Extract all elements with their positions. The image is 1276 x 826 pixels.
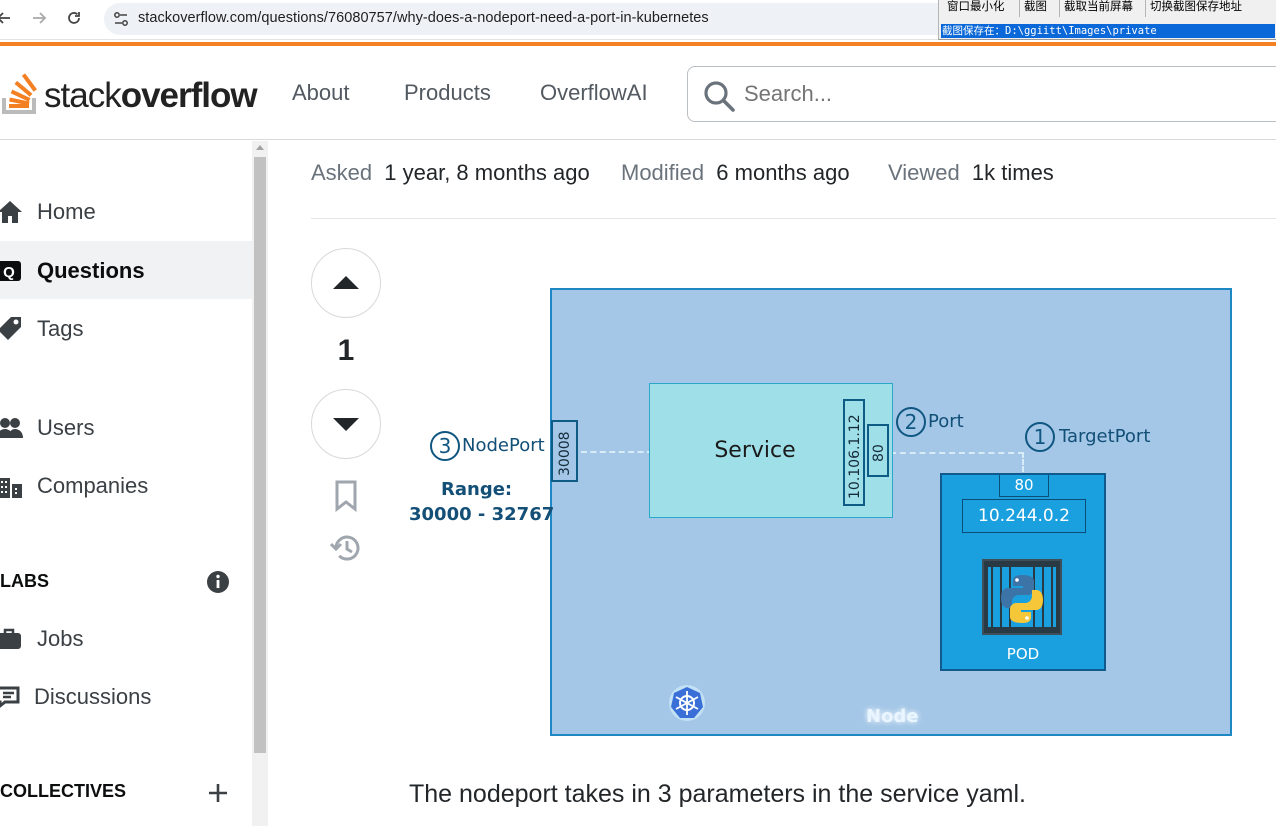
nav-about[interactable]: About [292, 80, 350, 106]
nav-overflowai[interactable]: OverflowAI [540, 80, 648, 106]
downvote-button[interactable] [311, 389, 381, 459]
search-box[interactable] [687, 66, 1276, 122]
sidebar-item-jobs[interactable]: Jobs [0, 609, 252, 667]
questions-icon: Q [0, 261, 21, 281]
caret-up-icon [333, 276, 359, 289]
nodeport-value: 30008 [557, 431, 573, 476]
question-body-text: The nodeport takes in 3 parameters in th… [409, 780, 1026, 808]
container-icon [982, 559, 1062, 635]
site-header: stackoverflow About Products OverflowAI [0, 46, 1276, 140]
sidebar-item-questions[interactable]: Q Questions [0, 241, 252, 299]
port-badge: 2 [896, 407, 926, 437]
sidebar-item-label: Discussions [34, 684, 152, 709]
service-ip: 10.106.1.12 [847, 414, 863, 499]
svg-text:Q: Q [3, 264, 15, 281]
sidebar-item-tags[interactable]: Tags [0, 299, 252, 357]
question-meta: Modified 6 months ago [621, 160, 850, 186]
vote-count: 1 [337, 334, 355, 367]
service-port: 80 [871, 444, 887, 462]
connector-line [581, 451, 653, 453]
service-box: Service 10.106.1.12 80 [649, 383, 893, 518]
change-save-path-button[interactable]: 切换截图保存地址 [1145, 0, 1242, 17]
meta-divider [311, 218, 1276, 219]
sidebar-item-label: Users [37, 415, 95, 440]
capture-screen-button[interactable]: 截取当前屏幕 [1059, 0, 1133, 17]
nodeport-badge: 3 [430, 431, 460, 461]
sidebar-item-label: Questions [37, 258, 145, 283]
info-icon[interactable] [206, 570, 230, 594]
asked-value: 1 year, 8 months ago [384, 160, 590, 185]
node-label: Node [866, 706, 919, 727]
python-logo-icon [988, 567, 1056, 627]
address-bar[interactable]: stackoverflow.com/questions/76080757/why… [104, 3, 984, 35]
back-icon[interactable] [0, 6, 16, 30]
scroll-up-icon[interactable] [256, 145, 264, 150]
sidebar-item-label: Companies [37, 473, 149, 498]
tag-icon [0, 317, 21, 340]
plus-icon[interactable] [206, 781, 230, 805]
capture-button[interactable]: 截图 [1019, 0, 1047, 17]
search-icon [704, 81, 735, 112]
briefcase-icon [0, 628, 21, 649]
site-settings-icon[interactable] [112, 10, 130, 28]
viewed-label: Viewed [888, 160, 960, 185]
kubernetes-icon [669, 685, 705, 721]
nodeport-tag: 30008 [551, 420, 578, 482]
service-port-tag: 80 [867, 424, 889, 477]
history-icon[interactable] [330, 532, 362, 564]
nodeport-label: NodePort [462, 435, 545, 456]
modified-value: 6 months ago [716, 160, 850, 185]
nodeport-diagram: Service 10.106.1.12 80 30008 3 NodePort … [405, 285, 1235, 740]
sidebar-item-label: Jobs [37, 626, 84, 651]
stack-logo-icon [2, 73, 37, 114]
service-ip-tag: 10.106.1.12 [843, 399, 865, 506]
scrollbar-thumb[interactable] [254, 157, 266, 753]
discussions-icon [0, 686, 20, 708]
minimize-window-button[interactable]: 窗口最小化 [947, 0, 1005, 17]
reload-icon[interactable] [62, 6, 86, 30]
modified-label: Modified [621, 160, 705, 185]
range-value: 30000 - 32767 [409, 504, 555, 525]
sidebar-item-label: Home [37, 199, 96, 224]
targetport-badge: 1 [1025, 422, 1055, 452]
save-path-text: 截图保存在：D:\ggiitt\Images\private [941, 24, 1275, 38]
range-label: Range: [441, 479, 513, 500]
sidebar-item-label: Tags [37, 316, 84, 341]
pod-port: 80 [999, 475, 1049, 497]
bookmark-icon[interactable] [333, 480, 359, 512]
connector-line [1022, 452, 1024, 472]
capture-tool-panel: 窗口最小化 截图 截取当前屏幕 切换截图保存地址 截图保存在：D:\ggiitt… [938, 0, 1276, 40]
labs-heading: LABS [0, 571, 49, 591]
home-icon [0, 201, 22, 223]
users-icon [0, 418, 23, 438]
targetport-label: TargetPort [1059, 426, 1151, 447]
logo-wordmark: stackoverflow [44, 76, 258, 115]
pod-box: 80 10.244.0.2 POD [940, 473, 1106, 671]
upvote-button[interactable] [311, 248, 381, 318]
sidebar-item-discussions[interactable]: Discussions [0, 667, 252, 725]
port-label: Port [928, 411, 964, 432]
viewed-value: 1k times [971, 160, 1054, 185]
collectives-heading: COLLECTIVES [0, 781, 127, 801]
sidebar-item-companies[interactable]: Companies [0, 456, 252, 514]
sidebar-scrollbar[interactable] [252, 141, 268, 826]
forward-icon[interactable] [27, 6, 51, 30]
search-input[interactable] [744, 81, 1244, 107]
sidebar-item-home[interactable]: Home [0, 182, 252, 240]
question-meta: Asked 1 year, 8 months ago [311, 160, 590, 186]
left-sidebar: Home Q Questions Tags Users Companies LA… [0, 141, 268, 826]
nav-products[interactable]: Products [404, 80, 491, 106]
question-meta: Viewed 1k times [888, 160, 1054, 186]
url-text: stackoverflow.com/questions/76080757/why… [138, 10, 709, 26]
companies-icon [0, 478, 22, 498]
pod-ip: 10.244.0.2 [962, 499, 1086, 533]
sidebar-item-users[interactable]: Users [0, 398, 252, 456]
service-label: Service [714, 438, 796, 463]
caret-down-icon [333, 418, 359, 431]
asked-label: Asked [311, 160, 373, 185]
connector-line [890, 452, 1024, 454]
pod-label: POD [1006, 645, 1040, 663]
